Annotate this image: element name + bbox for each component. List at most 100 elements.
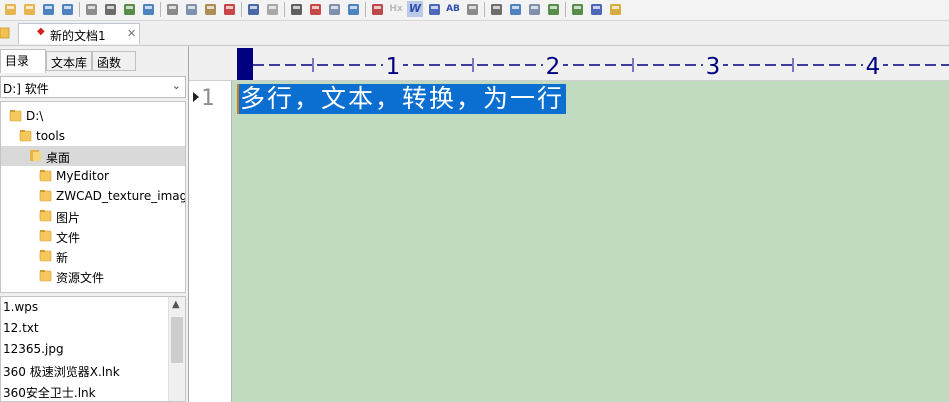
view-panel-icon[interactable] (507, 1, 523, 17)
copy-icon[interactable] (183, 1, 199, 17)
delete-icon[interactable] (221, 1, 237, 17)
settings-gear-icon[interactable] (464, 1, 480, 17)
folder-icon (39, 190, 52, 202)
folder-icon (19, 130, 32, 142)
tree-item[interactable]: 新 (1, 246, 185, 266)
font-icon[interactable] (369, 1, 385, 17)
ruler-corner (189, 46, 233, 81)
file-list-item[interactable]: 360 极速浏览器X.lnk (3, 363, 120, 380)
find-next-icon[interactable] (326, 1, 342, 17)
tree-item-label: 文件 (56, 231, 81, 245)
editor-text-area[interactable]: 多行，文本，转换，为一行 (232, 81, 949, 402)
tab-text-library-label: 文本库 (51, 56, 88, 70)
folder-icon (39, 210, 52, 222)
tree-item-label: 桌面 (46, 151, 71, 165)
tree-item-label: tools (36, 129, 65, 143)
toolbar-separator (484, 2, 485, 17)
folder-icon[interactable] (2, 1, 18, 17)
toolbar-separator (284, 2, 285, 17)
bookmark-icon[interactable] (569, 1, 585, 17)
toolbar-separator (241, 2, 242, 17)
tree-item[interactable]: D:\ (1, 106, 185, 126)
view-export-icon[interactable] (545, 1, 561, 17)
drive-select-value: D:] 软件 (3, 82, 49, 96)
document-tab-bar: ◆ 新的文档1 ✕ (0, 21, 949, 46)
tree-item[interactable]: ZWCAD_texture_images (1, 186, 185, 206)
word-wrap-icon[interactable]: W (407, 1, 423, 17)
toolbar-separator (79, 2, 80, 17)
plugin-icon[interactable] (607, 1, 623, 17)
tab-directory-label: 目录 (5, 54, 30, 68)
left-panel: 目录 文本库 函数 D:] 软件 ⌄ D:\ tools 桌面 MyEditor ZWC… (0, 46, 189, 402)
file-list-item[interactable]: 12365.jpg (3, 342, 64, 356)
folder-icon[interactable] (0, 26, 10, 39)
paste-icon[interactable] (202, 1, 218, 17)
folder-icon (39, 250, 52, 262)
save-icon[interactable] (40, 1, 56, 17)
tree-item-label: D:\ (26, 109, 44, 123)
tree-item[interactable]: 桌面 (1, 146, 185, 166)
file-list-item[interactable]: 1.wps (3, 300, 38, 314)
folder-icon (9, 110, 22, 122)
tree-item[interactable]: 文件 (1, 226, 185, 246)
file-list-item[interactable]: 12.txt (3, 321, 39, 335)
abcd-icon[interactable]: AB (445, 1, 461, 17)
tree-item[interactable]: 资源文件 (1, 266, 185, 286)
line-number-gutter: 1 (189, 81, 232, 402)
tab-text-library[interactable]: 文本库 (46, 51, 92, 71)
replace-icon[interactable] (307, 1, 323, 17)
column-ruler: 1 2 3 4 (233, 46, 949, 81)
folder-icon (39, 170, 52, 182)
open-folder-icon[interactable] (21, 1, 37, 17)
file-list: ▲ 1.wps 12.txt 12365.jpg 360 极速浏览器X.lnk 360安… (0, 296, 186, 402)
ruler-number: 4 (866, 54, 881, 80)
redo-icon[interactable] (264, 1, 280, 17)
tree-item[interactable]: 图片 (1, 206, 185, 226)
tree-item-label: MyEditor (56, 169, 109, 183)
ruler-scale: 1 2 3 4 (237, 48, 949, 80)
tree-item-label: 图片 (56, 211, 81, 225)
text-caret (237, 84, 239, 114)
close-tab-icon[interactable]: ✕ (127, 27, 136, 40)
document-tab-label: 新的文档1 (50, 29, 106, 43)
print-icon[interactable] (102, 1, 118, 17)
folder-icon (39, 270, 52, 282)
spellcheck-icon[interactable] (121, 1, 137, 17)
ruler-number: 1 (386, 54, 401, 80)
undo-icon[interactable] (245, 1, 261, 17)
tree-item-label: 新 (56, 251, 69, 265)
export-icon[interactable] (140, 1, 156, 17)
view-list-icon[interactable] (488, 1, 504, 17)
scrollbar-thumb[interactable] (171, 317, 183, 363)
selected-text-line[interactable]: 多行，文本，转换，为一行 (238, 84, 567, 114)
tree-item[interactable]: tools (1, 126, 185, 146)
folder-tree: D:\ tools 桌面 MyEditor ZWCAD_texture_images 图片… (0, 101, 186, 293)
open-folder-icon (30, 150, 41, 161)
toolbar-separator (160, 2, 161, 17)
save-all-icon[interactable] (59, 1, 75, 17)
folder-icon (39, 230, 52, 242)
tab-directory[interactable]: 目录 (0, 49, 46, 73)
file-list-item[interactable]: 360安全卫士.lnk (3, 384, 96, 401)
help-icon[interactable] (588, 1, 604, 17)
current-line-marker-icon (193, 92, 199, 102)
find-icon[interactable] (288, 1, 304, 17)
ruler-number: 2 (546, 54, 561, 80)
tab-functions[interactable]: 函数 (92, 51, 136, 71)
print-preview-icon[interactable] (83, 1, 99, 17)
insert-icon[interactable] (345, 1, 361, 17)
ruler-cursor-marker (237, 48, 253, 80)
chevron-down-icon[interactable]: ⌄ (172, 79, 181, 92)
modified-marker-icon: ◆ (37, 26, 45, 37)
tab-functions-label: 函数 (97, 56, 122, 70)
drive-select[interactable]: D:] 软件 ⌄ (0, 76, 186, 98)
hx-icon[interactable]: Hx (388, 1, 404, 17)
format-list-icon[interactable] (426, 1, 442, 17)
document-tab[interactable]: ◆ 新的文档1 ✕ (18, 23, 140, 44)
scroll-up-icon[interactable]: ▲ (172, 299, 180, 310)
tree-item[interactable]: MyEditor (1, 166, 185, 186)
cut-icon[interactable] (164, 1, 180, 17)
main-toolbar: Hx W AB (0, 0, 949, 21)
view-doc-icon[interactable] (526, 1, 542, 17)
file-list-scrollbar[interactable]: ▲ (168, 297, 185, 401)
